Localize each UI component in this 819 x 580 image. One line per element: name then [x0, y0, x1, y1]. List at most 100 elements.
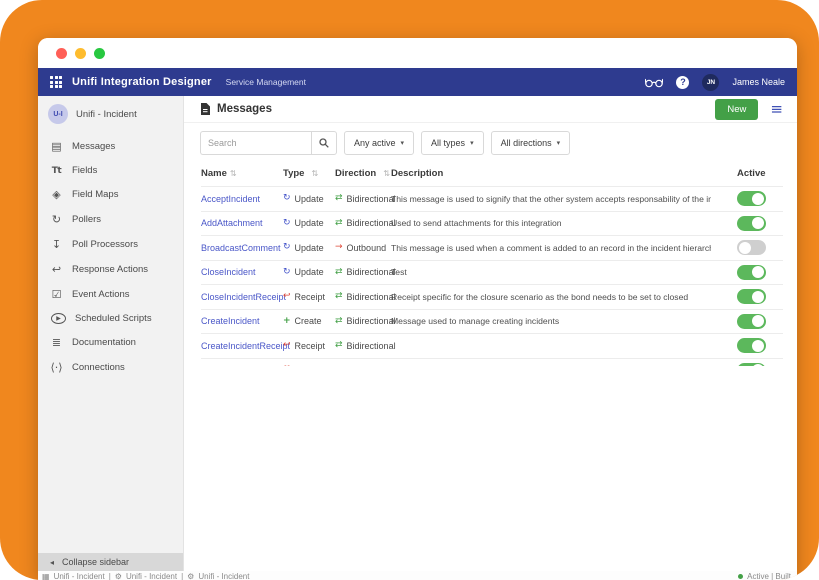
bidirectional-direction-icon: ⇄ [335, 194, 343, 203]
description-cell: Used to send attachments for this integr… [391, 218, 711, 228]
update-type-icon: ↻ [283, 268, 291, 277]
bidirectional-direction-icon: ⇄ [335, 268, 343, 277]
table-row: CloseIncidentReceipt↩Receipt⇄Bidirection… [201, 284, 783, 309]
active-filter-dropdown[interactable]: Any active▾ [344, 131, 414, 155]
messages-table: Name⇅ Type⇅ Direction⇅ Description Activ… [184, 161, 797, 366]
workspace-header[interactable]: U-I Unifi - Incident [38, 96, 183, 134]
sidebar-item-fields[interactable]: TtFields [38, 159, 183, 182]
type-cell: ↻ Update [283, 218, 335, 228]
update-type-icon: ↻ [283, 219, 291, 228]
sidebar-item-label: Documentation [72, 337, 136, 348]
active-toggle[interactable] [737, 338, 766, 353]
message-name-link[interactable]: AcceptIncident [201, 194, 260, 204]
menu-icon[interactable]: ≡ [770, 104, 783, 114]
sidebar-item-event-actions[interactable]: ☑Event Actions [38, 282, 183, 307]
column-header-description: Description [391, 168, 711, 179]
message-name-link[interactable]: CloseIncident [201, 267, 256, 277]
apps-grid-icon[interactable] [50, 76, 62, 88]
direction-label: Bidirectional [347, 316, 396, 326]
chevron-down-icon: ▾ [470, 139, 474, 147]
direction-filter-dropdown[interactable]: All directions▾ [491, 131, 571, 155]
statusbar-separator: | [109, 572, 111, 580]
active-toggle[interactable] [737, 240, 766, 255]
sidebar-item-label: Event Actions [72, 289, 130, 300]
column-header-name[interactable]: Name⇅ [201, 168, 283, 179]
active-toggle[interactable] [737, 191, 766, 206]
toggle-knob [739, 242, 751, 254]
statusbar-item[interactable]: Unifi - Incident [54, 572, 105, 580]
documentation-icon: ≣ [50, 336, 63, 349]
poll-processors-icon: ↧ [50, 238, 63, 251]
sidebar-item-label: Messages [72, 141, 115, 152]
description-cell: Receipt specific for the closure scenari… [391, 292, 711, 302]
sort-icon: ⇅ [383, 169, 390, 178]
type-cell: ↩Receipt [283, 292, 335, 302]
sort-icon: ⇅ [230, 169, 237, 178]
sidebar: U-I Unifi - Incident ▤MessagesTtFields◈F… [38, 96, 184, 571]
receipt-type-icon: ↩ [283, 292, 291, 301]
minimize-window-button[interactable] [75, 48, 86, 59]
collapse-sidebar-button[interactable]: ◂ Collapse sidebar [38, 553, 183, 571]
type-filter-dropdown[interactable]: All types▾ [421, 131, 484, 155]
zoom-window-button[interactable] [94, 48, 105, 59]
user-avatar[interactable]: JN [702, 74, 719, 91]
active-toggle[interactable] [737, 289, 766, 304]
sidebar-item-documentation[interactable]: ≣ Documentation [38, 330, 183, 355]
active-toggle[interactable] [737, 363, 766, 366]
chevron-down-icon: ▾ [401, 139, 405, 147]
column-header-direction[interactable]: Direction⇅ [335, 168, 391, 179]
direction-cell: ⇄Bidirectional [335, 218, 391, 228]
help-icon[interactable]: ? [676, 76, 689, 89]
message-name-link[interactable]: CreateIncidentReceipt [201, 341, 290, 351]
search-input[interactable] [200, 131, 311, 155]
table-row: Heartbeat♥Heartbeat→Outbound [201, 358, 783, 367]
bidirectional-direction-icon: ⇄ [335, 317, 343, 326]
gear-icon: ⚙ [187, 572, 194, 580]
sidebar-item-pollers[interactable]: ↻Pollers [38, 207, 183, 232]
sidebar-item-response-actions[interactable]: ↩Response Actions [38, 257, 183, 282]
direction-label: Bidirectional [347, 218, 396, 228]
direction-label: Bidirectional [347, 267, 396, 277]
toggle-knob [752, 291, 764, 303]
message-name-link[interactable]: AddAttachment [201, 218, 263, 228]
type-label: Update [295, 218, 324, 228]
column-header-active: Active [711, 168, 783, 179]
sidebar-item-label: Response Actions [72, 264, 148, 275]
direction-label: Outbound [347, 243, 387, 253]
statusbar-item[interactable]: Unifi - Incident [198, 572, 249, 580]
collapse-arrow-icon: ◂ [50, 558, 54, 567]
direction-cell: ⇄Bidirectional [335, 341, 391, 351]
type-label: Update [295, 267, 324, 277]
toggle-knob [752, 266, 764, 278]
filter-bar: Any active▾ All types▾ All directions▾ [184, 123, 797, 161]
app-title: Unifi Integration Designer [72, 76, 212, 88]
active-toggle[interactable] [737, 314, 766, 329]
direction-label: Bidirectional [347, 341, 396, 351]
user-name[interactable]: James Neale [732, 77, 785, 87]
new-button[interactable]: New [715, 99, 758, 120]
type-cell: +Create [283, 316, 335, 326]
active-toggle[interactable] [737, 216, 766, 231]
sidebar-item-scheduled-scripts[interactable]: ▶Scheduled Scripts [38, 307, 183, 330]
connections-icon: ⟨·⟩ [50, 361, 63, 374]
statusbar-item[interactable]: Unifi - Incident [126, 572, 177, 580]
close-window-button[interactable] [56, 48, 67, 59]
sidebar-item-messages[interactable]: ▤Messages [38, 134, 183, 159]
active-toggle[interactable] [737, 265, 766, 280]
column-header-type[interactable]: Type⇅ [283, 168, 335, 179]
search-button[interactable] [311, 131, 337, 155]
chevron-down-icon: ▾ [557, 139, 561, 147]
type-cell: ↻ Update [283, 267, 335, 277]
workspace-label: Unifi - Incident [76, 109, 137, 120]
message-name-link[interactable]: BroadcastComment [201, 243, 281, 253]
message-name-link[interactable]: CreateIncident [201, 316, 260, 326]
table-row: CreateIncidentReceipt↩Receipt⇄Bidirectio… [201, 333, 783, 358]
sidebar-item-poll-processors[interactable]: ↧Poll Processors [38, 232, 183, 257]
sidebar-item-connections[interactable]: ⟨·⟩Connections [38, 355, 183, 380]
spectacles-icon[interactable] [645, 77, 663, 88]
status-bar: ▦Unifi - Incident|⚙Unifi - Incident|⚙Uni… [38, 571, 797, 580]
message-name-link[interactable]: CloseIncidentReceipt [201, 292, 286, 302]
type-label: Update [295, 194, 324, 204]
sidebar-item-field-maps[interactable]: ◈Field Maps [38, 182, 183, 207]
window-titlebar [38, 38, 797, 68]
